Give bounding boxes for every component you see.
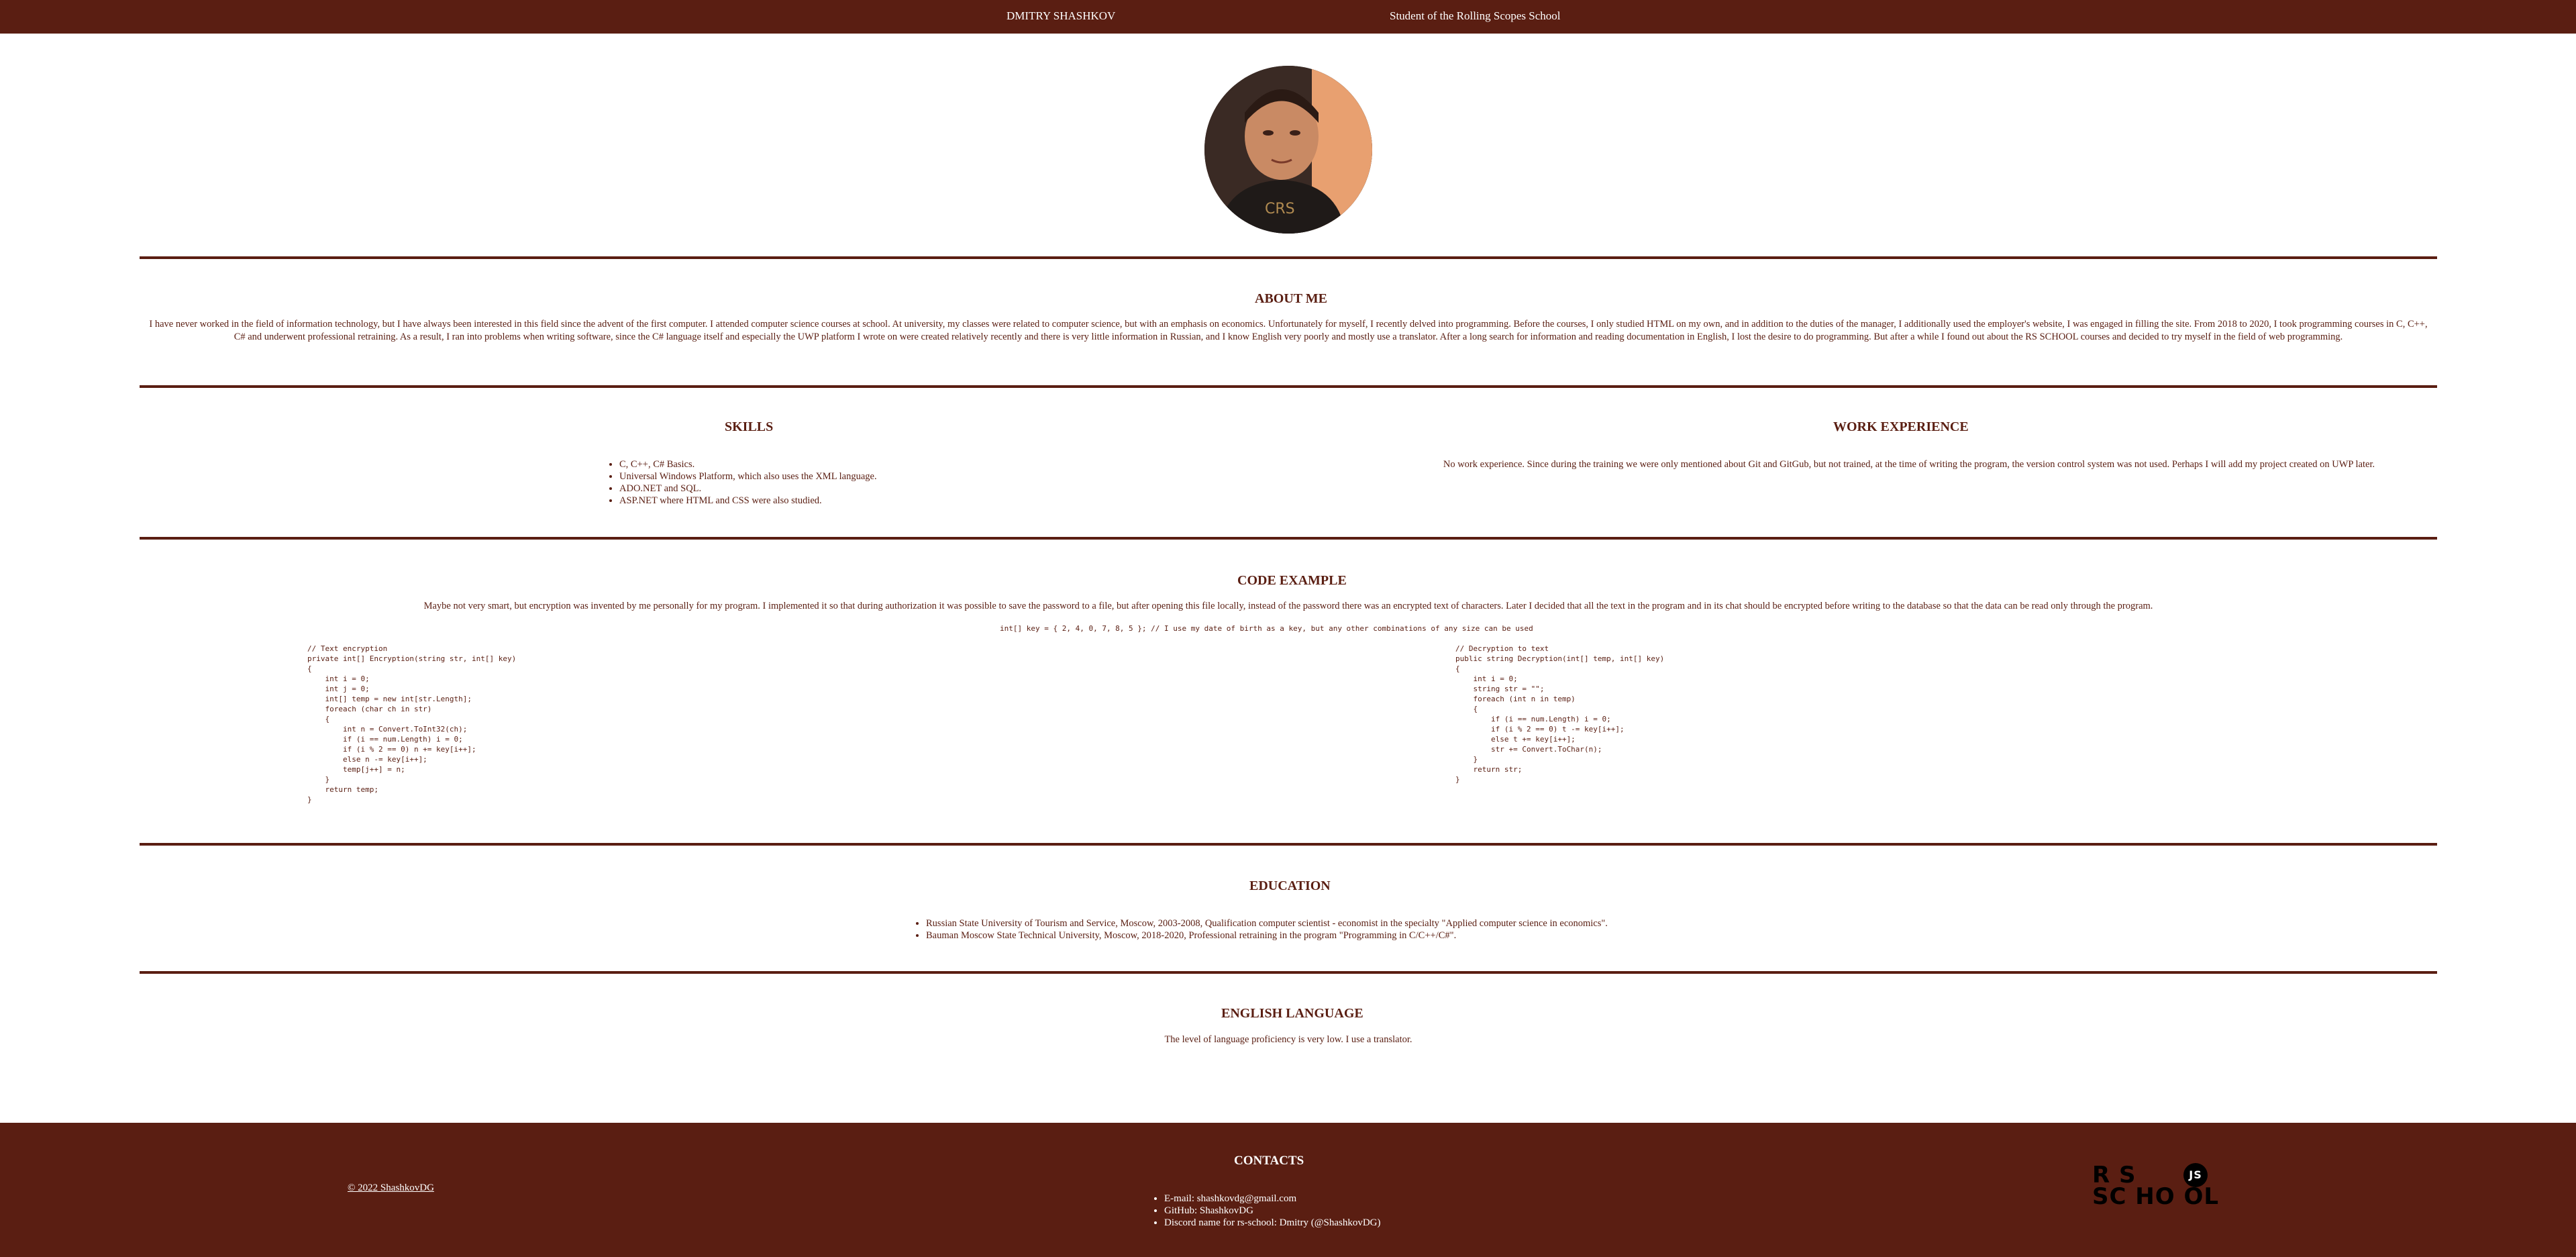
code-key-line: int[] key = { 2, 4, 0, 7, 8, 5 }; // I u…	[1000, 624, 1533, 633]
contacts-list: E-mail: shashkovdg@gmail.com GitHub: Sha…	[1152, 1193, 1381, 1229]
about-text: I have never worked in the field of info…	[149, 319, 2428, 342]
section-divider	[140, 256, 2437, 259]
svg-text:CRS: CRS	[1265, 201, 1295, 217]
logo-row2: SC HO OL	[2092, 1183, 2220, 1210]
education-list: Russian State University of Tourism and …	[914, 917, 1608, 942]
about-title: ABOUT ME	[1255, 291, 1327, 306]
js-badge-icon: JS	[2183, 1163, 2208, 1187]
section-divider	[140, 971, 2437, 974]
contact-discord: Discord name for rs-school: Dmitry (@Sha…	[1164, 1217, 1381, 1229]
education-item: Russian State University of Tourism and …	[926, 917, 1608, 929]
code-decryption: // Decryption to text public string Decr…	[1455, 644, 1665, 784]
education-item: Bauman Moscow State Technical University…	[926, 929, 1608, 942]
avatar-photo: CRS	[1204, 66, 1372, 234]
english-text: The level of language proficiency is ver…	[1164, 1034, 1412, 1045]
code-intro: Maybe not very smart, but encryption was…	[423, 601, 2153, 611]
skills-item: Universal Windows Platform, which also u…	[619, 470, 877, 483]
avatar: CRS	[1204, 66, 1372, 234]
section-divider	[140, 843, 2437, 846]
skills-item: ASP.NET where HTML and CSS were also stu…	[619, 495, 877, 507]
header-name: DMITRY SHASHKOV	[1007, 9, 1116, 22]
work-text: No work experience. Since during the tra…	[1443, 459, 2375, 470]
skills-item: ADO.NET and SQL.	[619, 483, 877, 495]
header-subtitle: Student of the Rolling Scopes School	[1390, 9, 1561, 22]
section-divider	[140, 537, 2437, 540]
site-footer: © 2022 ShashkovDG CONTACTS E-mail: shash…	[0, 1123, 2576, 1257]
code-encryption: // Text encryption private int[] Encrypt…	[307, 644, 517, 804]
skills-title: SKILLS	[725, 419, 774, 434]
code-title: CODE EXAMPLE	[1237, 573, 1347, 588]
copyright-link[interactable]: © 2022 ShashkovDG	[348, 1183, 434, 1194]
education-title: EDUCATION	[1249, 878, 1331, 893]
english-title: ENGLISH LANGUAGE	[1221, 1006, 1363, 1021]
rs-school-logo[interactable]: R S SC HO OL JS	[2092, 1163, 2233, 1218]
contact-github: GitHub: ShashkovDG	[1164, 1205, 1381, 1217]
site-header: DMITRY SHASHKOV Student of the Rolling S…	[0, 0, 2576, 34]
contacts-title: CONTACTS	[1234, 1154, 1304, 1168]
work-title: WORK EXPERIENCE	[1833, 419, 1969, 434]
skills-list: C, C++, C# Basics. Universal Windows Pla…	[607, 458, 877, 507]
skills-item: C, C++, C# Basics.	[619, 458, 877, 470]
section-divider	[140, 385, 2437, 388]
contact-email: E-mail: shashkovdg@gmail.com	[1164, 1193, 1381, 1205]
